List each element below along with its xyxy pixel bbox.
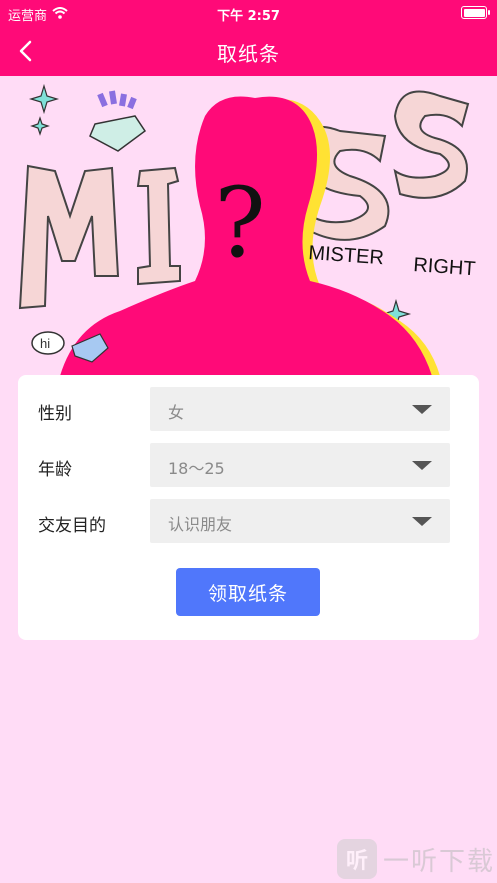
form-card: 性别 女 年龄 18～25 交友目的 认识朋友 领取纸条 [18, 375, 479, 640]
age-select[interactable]: 18～25 [150, 443, 450, 487]
watermark-logo-icon: 听 [336, 839, 377, 879]
nav-bar: 取纸条 [0, 26, 497, 76]
gender-select[interactable]: 女 [150, 387, 450, 431]
gender-row: 性别 女 [18, 387, 479, 431]
battery-icon [461, 6, 490, 19]
age-label: 年龄 [38, 460, 72, 480]
gender-value: 女 [168, 403, 185, 422]
mister-text: MISTER [308, 242, 385, 269]
gender-label: 性别 [38, 404, 72, 424]
diamond-icon [89, 90, 147, 152]
banner-illustration: ? MISTER RIGHT hi [0, 76, 497, 376]
purpose-label: 交友目的 [38, 516, 106, 536]
status-time: 下午 2:57 [217, 9, 280, 24]
purpose-row: 交友目的 认识朋友 [18, 499, 479, 543]
watermark: 听 一听下载 [336, 839, 495, 879]
purpose-value: 认识朋友 [168, 515, 233, 534]
age-row: 年龄 18～25 [18, 443, 479, 487]
question-mark: ? [214, 167, 265, 279]
purpose-select[interactable]: 认识朋友 [150, 499, 450, 543]
dropdown-arrow-icon [412, 517, 432, 526]
page-title: 取纸条 [217, 42, 280, 66]
status-bar: 运营商 下午 2:57 [0, 0, 497, 26]
age-value: 18～25 [168, 459, 225, 478]
right-text: RIGHT [413, 254, 477, 280]
dropdown-arrow-icon [412, 405, 432, 414]
bubble-text: hi [40, 336, 50, 351]
dropdown-arrow-icon [412, 461, 432, 470]
watermark-text: 一听下载 [382, 846, 495, 877]
get-note-button[interactable]: 领取纸条 [176, 568, 320, 616]
